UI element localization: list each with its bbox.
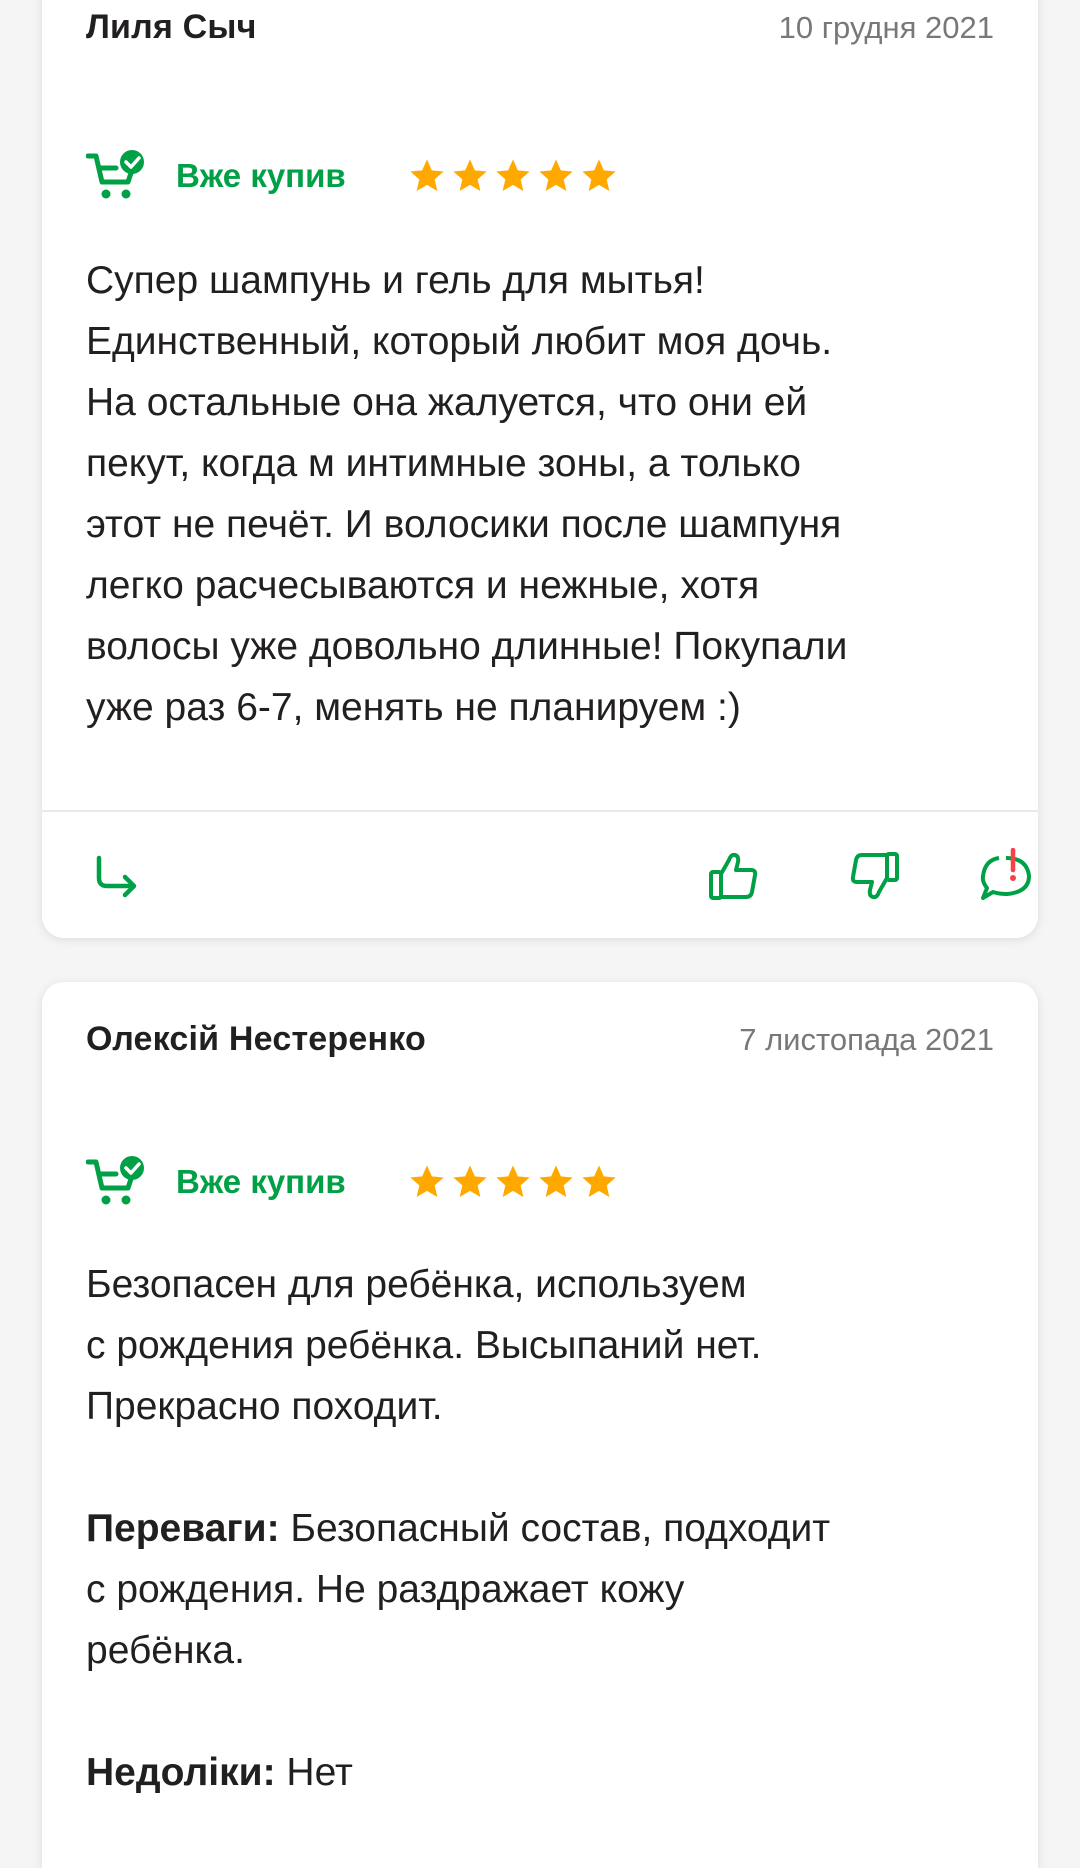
cart-check-icon	[85, 148, 150, 204]
review-text-line: уже раз 6-7, менять не планируем :)	[86, 686, 741, 729]
card-divider	[42, 810, 1038, 812]
thumb-down-icon	[850, 852, 899, 900]
star-icon	[453, 1165, 487, 1197]
review-text-line: легко расчесываются и нежные, хотя	[86, 564, 760, 607]
report-button[interactable]	[976, 846, 1036, 906]
review-date: 7 листопада 2021	[739, 1021, 994, 1057]
pros-label: Переваги:	[86, 1507, 280, 1550]
star-icon	[410, 159, 444, 191]
review-text-line: Безопасен для ребёнка, используем	[86, 1263, 747, 1306]
review-cons: Недоліки: Нет	[86, 1742, 998, 1803]
reviews-page: Лиля Сыч 10 грудня 2021 Вже купив Супер …	[0, 0, 1080, 1868]
bought-label: Вже купив	[176, 1163, 346, 1200]
review-text-line: этот не печёт. И волосики после шампуня	[86, 503, 842, 546]
review-text-line: волосы уже довольно длинные! Покупали	[86, 625, 848, 668]
star-icon	[410, 1165, 444, 1197]
review-meta: Вже купив	[85, 1154, 620, 1210]
review-text-line: пекут, когда м интимные зоны, а только	[86, 442, 801, 485]
pros-text: Безопасный состав, подходит	[279, 1507, 831, 1550]
rating-stars	[406, 1162, 620, 1202]
star-icon	[539, 1165, 573, 1197]
star-icon	[582, 159, 616, 191]
cons-text: Нет	[275, 1751, 353, 1794]
reply-button[interactable]	[86, 846, 146, 906]
thumb-up-icon	[709, 852, 758, 900]
review-meta: Вже купив	[85, 148, 620, 204]
star-icon	[582, 1165, 616, 1197]
review-text-line: Супер шампунь и гель для мытья!	[86, 259, 705, 302]
review-text: Безопасен для ребёнка, используем с рожд…	[86, 1254, 998, 1803]
star-icon	[496, 1165, 530, 1197]
review-header: Лиля Сыч 10 грудня 2021	[86, 8, 994, 47]
cart-check-icon	[85, 1154, 150, 1210]
reply-arrow-icon	[96, 855, 137, 898]
review-actions	[86, 846, 1031, 916]
review-card: Олексій Нестеренко 7 листопада 2021 Вже …	[42, 982, 1038, 1868]
dislike-button[interactable]	[844, 846, 904, 906]
review-date: 10 грудня 2021	[778, 9, 994, 45]
star-icon	[496, 159, 530, 191]
review-text: Супер шампунь и гель для мытья! Единстве…	[86, 250, 998, 738]
report-complaint-icon	[980, 848, 1031, 900]
review-text-line: Единственный, который любит моя дочь.	[86, 320, 833, 363]
rating-stars	[406, 156, 620, 196]
review-author: Лиля Сыч	[86, 8, 257, 46]
review-pros: Переваги: Безопасный состав, подходит	[86, 1498, 998, 1559]
review-text-line: с рождения ребёнка. Высыпаний нет.	[86, 1324, 762, 1367]
review-text-line: На остальные она жалуется, что они ей	[86, 381, 808, 424]
bought-label: Вже купив	[176, 157, 346, 194]
star-icon	[453, 159, 487, 191]
review-header: Олексій Нестеренко 7 листопада 2021	[86, 1020, 994, 1059]
cons-label: Недоліки:	[86, 1751, 276, 1794]
review-pros-line: с рождения. Не раздражает кожу	[86, 1568, 685, 1611]
review-card: Лиля Сыч 10 грудня 2021 Вже купив Супер …	[42, 0, 1038, 938]
like-button[interactable]	[704, 846, 764, 906]
review-pros-line: ребёнка.	[86, 1629, 245, 1672]
star-icon	[539, 159, 573, 191]
review-text-line: Прекрасно походит.	[86, 1385, 443, 1428]
review-author: Олексій Нестеренко	[86, 1020, 426, 1058]
